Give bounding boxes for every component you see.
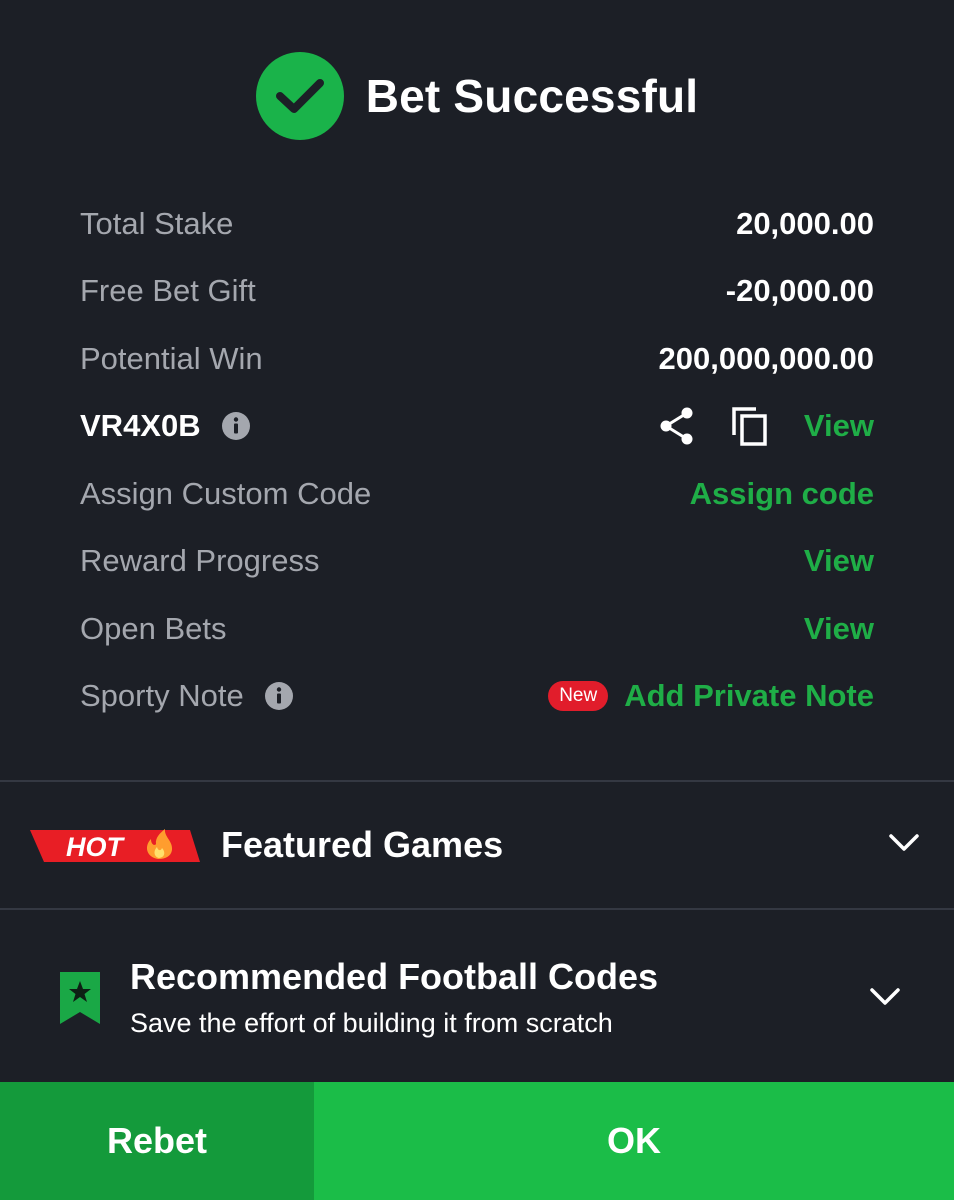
reward-progress-row: Reward Progress View [80, 528, 874, 596]
check-circle-icon [255, 52, 344, 140]
booking-actions: View [658, 405, 874, 447]
total-stake-row: Total Stake 20,000.00 [80, 190, 874, 258]
sporty-note-group: Sporty Note [80, 678, 294, 714]
bookmark-star-icon [60, 972, 100, 1029]
reward-view-link[interactable]: View [804, 543, 874, 579]
booking-code-row: VR4X0B View [80, 393, 874, 461]
booking-code-group: VR4X0B [80, 408, 251, 444]
total-stake-value: 20,000.00 [736, 205, 874, 241]
hot-badge: HOT [30, 826, 200, 866]
free-bet-row: Free Bet Gift -20,000.00 [80, 258, 874, 326]
new-badge: New [548, 681, 609, 712]
add-private-note-link[interactable]: Add Private Note [624, 678, 874, 714]
booking-code: VR4X0B [80, 408, 201, 444]
featured-games-title: Featured Games [221, 824, 504, 865]
info-icon[interactable] [221, 411, 251, 441]
total-stake-label: Total Stake [80, 205, 234, 241]
copy-icon[interactable] [730, 405, 770, 447]
open-bets-row: Open Bets View [80, 595, 874, 663]
assign-code-link[interactable]: Assign code [690, 476, 874, 512]
info-icon[interactable] [264, 681, 294, 711]
sporty-note-label: Sporty Note [80, 678, 244, 714]
free-bet-label: Free Bet Gift [80, 273, 256, 309]
chevron-down-icon[interactable] [869, 986, 901, 1008]
view-booking-link[interactable]: View [804, 408, 874, 444]
share-icon[interactable] [658, 406, 696, 446]
recommended-subtitle: Save the effort of building it from scra… [130, 1008, 613, 1038]
bet-success-header: Bet Successful [0, 52, 954, 140]
custom-code-row: Assign Custom Code Assign code [80, 460, 874, 528]
recommended-codes-section[interactable]: Recommended Football Codes Save the effo… [0, 910, 954, 1080]
rebet-button[interactable]: Rebet [0, 1082, 314, 1200]
custom-code-label: Assign Custom Code [80, 475, 372, 511]
open-bets-label: Open Bets [80, 610, 227, 646]
free-bet-value: -20,000.00 [725, 273, 874, 309]
featured-games-section[interactable]: HOT Featured Games [0, 782, 954, 908]
reward-progress-label: Reward Progress [80, 543, 320, 579]
ok-button[interactable]: OK [314, 1082, 954, 1200]
potential-win-label: Potential Win [80, 340, 263, 376]
footer-actions: Rebet OK [0, 1082, 954, 1200]
open-bets-view-link[interactable]: View [804, 611, 874, 647]
hot-badge-label: HOT [66, 832, 123, 862]
note-actions: New Add Private Note [548, 678, 874, 714]
sporty-note-row: Sporty Note New Add Private Note [80, 663, 874, 731]
bet-summary: Total Stake 20,000.00 Free Bet Gift -20,… [80, 190, 874, 730]
recommended-title: Recommended Football Codes [130, 956, 659, 997]
potential-win-value: 200,000,000.00 [658, 340, 875, 376]
page-title: Bet Successful [365, 70, 699, 122]
chevron-down-icon[interactable] [888, 832, 920, 854]
potential-win-row: Potential Win 200,000,000.00 [80, 325, 874, 393]
